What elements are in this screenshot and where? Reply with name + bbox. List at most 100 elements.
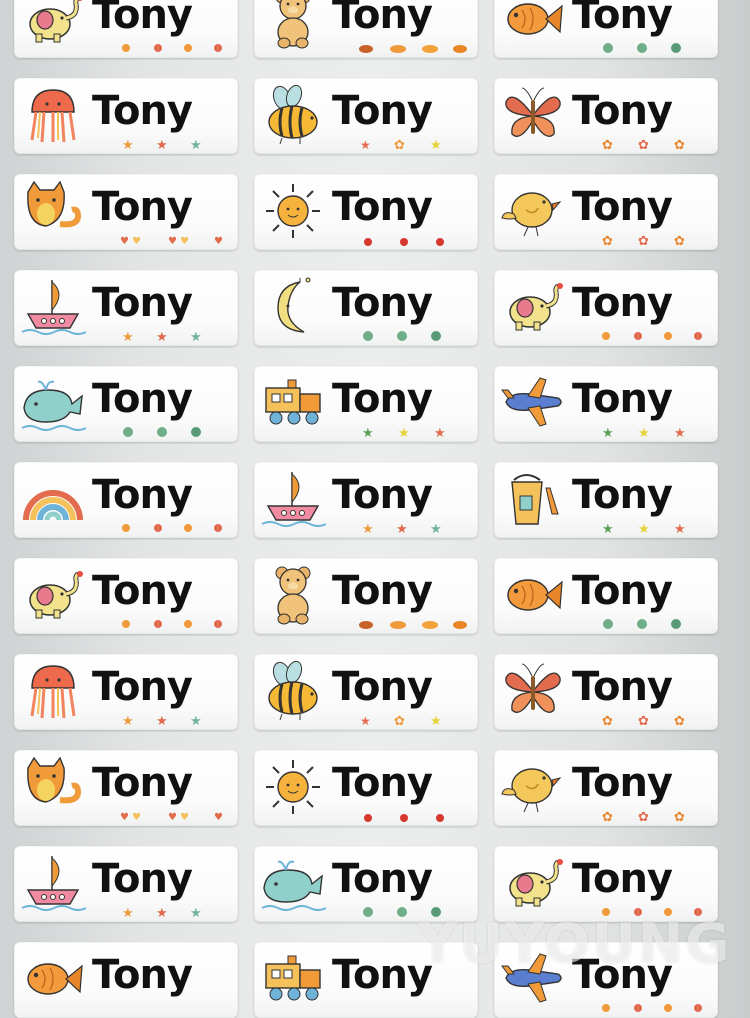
label-sheet: Tony Tony Tony Tony ★ ★ ★ Tony ★ ✿ ★ Tony ✿ ✿ ✿ Tony ♥ ♥ ♥… xyxy=(0,0,750,1018)
svg-text:★: ★ xyxy=(156,138,168,151)
decor-bubbles xyxy=(598,616,710,630)
decor-bubbles xyxy=(358,904,470,918)
svg-text:♥: ♥ xyxy=(180,236,189,247)
sailboat-icon xyxy=(20,852,87,914)
svg-text:✿: ✿ xyxy=(602,234,613,247)
name-label-sticker: Tony ★ ★ ★ xyxy=(14,270,238,346)
name-label-sticker: Tony xyxy=(14,462,238,538)
svg-text:✿: ✿ xyxy=(602,714,613,727)
svg-text:★: ★ xyxy=(398,426,410,439)
name-label-sticker: Tony ★ ✿ ★ xyxy=(254,654,478,730)
sun-icon xyxy=(260,180,326,242)
label-name-text: Tony xyxy=(92,376,193,422)
bee-icon xyxy=(260,84,326,146)
decor-none xyxy=(358,1000,470,1014)
cat-icon xyxy=(20,756,86,818)
label-name-text: Tony xyxy=(92,88,193,134)
svg-text:★: ★ xyxy=(638,522,650,535)
svg-text:♥: ♥ xyxy=(214,236,223,247)
name-label-sticker: Tony xyxy=(494,0,718,58)
svg-text:★: ★ xyxy=(362,426,374,439)
svg-text:✿: ✿ xyxy=(638,810,649,823)
label-name-text: Tony xyxy=(332,88,433,134)
decor-bubbles xyxy=(358,328,470,342)
label-name-text: Tony xyxy=(332,472,433,518)
svg-text:★: ★ xyxy=(122,906,134,919)
label-name-text: Tony xyxy=(92,952,193,998)
sand-bucket-icon xyxy=(500,468,566,530)
decor-starfish: ★ ★ ★ xyxy=(118,712,230,729)
name-label-sticker: Tony ★ ★ ★ xyxy=(14,654,238,730)
label-name-text: Tony xyxy=(332,760,433,806)
jellyfish-icon xyxy=(20,84,86,146)
whale-icon xyxy=(260,852,327,914)
decor-cherries xyxy=(358,808,470,822)
cat-icon xyxy=(20,180,86,242)
name-label-sticker: Tony ✿ ✿ ✿ xyxy=(494,750,718,826)
svg-text:♥: ♥ xyxy=(168,236,177,247)
label-name-text: Tony xyxy=(572,184,673,230)
train-icon xyxy=(260,372,326,434)
decor-stars: ★ ★ ★ xyxy=(598,520,710,537)
svg-text:★: ★ xyxy=(430,714,442,727)
decor-flowers: ✿ ✿ ✿ xyxy=(598,136,710,153)
label-name-text: Tony xyxy=(92,568,193,614)
label-name-text: Tony xyxy=(332,376,433,422)
svg-text:★: ★ xyxy=(430,522,442,535)
name-label-sticker: Tony xyxy=(254,942,478,1018)
name-label-sticker: Tony ♥ ♥ ♥ ♥ ♥ xyxy=(14,174,238,250)
label-name-text: Tony xyxy=(332,568,433,614)
goldfish-icon xyxy=(500,0,566,50)
svg-text:✿: ✿ xyxy=(638,714,649,727)
sailboat-icon xyxy=(260,468,327,530)
decor-dots xyxy=(118,616,230,630)
name-label-sticker: Tony ★ ★ ★ xyxy=(14,846,238,922)
name-label-sticker: Tony ★ ★ ★ xyxy=(254,462,478,538)
decor-bubbles xyxy=(118,424,230,438)
name-label-sticker: Tony ★ ✿ ★ xyxy=(254,78,478,154)
airplane-icon xyxy=(500,948,566,1010)
bee-icon xyxy=(260,660,326,722)
label-name-text: Tony xyxy=(92,664,193,710)
name-label-sticker: Tony ♥ ♥ ♥ ♥ ♥ xyxy=(14,750,238,826)
label-name-text: Tony xyxy=(572,0,673,38)
name-label-sticker: Tony xyxy=(254,846,478,922)
svg-text:♥: ♥ xyxy=(180,812,189,823)
name-label-sticker: Tony xyxy=(254,750,478,826)
svg-text:✿: ✿ xyxy=(674,810,685,823)
decor-pastries xyxy=(358,40,470,54)
svg-text:★: ★ xyxy=(434,426,446,439)
name-label-sticker: Tony ✿ ✿ ✿ xyxy=(494,174,718,250)
name-label-sticker: Tony xyxy=(254,270,478,346)
label-name-text: Tony xyxy=(332,184,433,230)
decor-dots xyxy=(598,904,710,918)
decor-hearts: ♥ ♥ ♥ ♥ ♥ xyxy=(118,808,230,823)
elephant-icon xyxy=(20,564,86,626)
svg-text:♥: ♥ xyxy=(132,812,141,823)
name-label-sticker: Tony ✿ ✿ ✿ xyxy=(494,654,718,730)
svg-text:★: ★ xyxy=(602,426,614,439)
jellyfish-icon xyxy=(20,660,86,722)
bird-icon xyxy=(500,180,566,242)
svg-text:★: ★ xyxy=(430,138,442,151)
name-label-sticker: Tony xyxy=(14,942,238,1018)
svg-text:★: ★ xyxy=(360,714,371,727)
decor-stars: ★ ★ ★ xyxy=(598,424,710,441)
name-label-sticker: Tony xyxy=(14,558,238,634)
whale-icon xyxy=(20,372,87,434)
name-label-sticker: Tony ★ ★ ★ xyxy=(254,366,478,442)
svg-text:★: ★ xyxy=(396,522,408,535)
sun-icon xyxy=(260,756,326,818)
svg-text:♥: ♥ xyxy=(120,812,129,823)
svg-text:✿: ✿ xyxy=(638,138,649,151)
name-label-sticker: Tony xyxy=(14,0,238,58)
label-name-text: Tony xyxy=(332,856,433,902)
teddy-bear-icon xyxy=(260,564,326,626)
svg-text:★: ★ xyxy=(190,906,202,919)
label-name-text: Tony xyxy=(332,664,433,710)
name-label-sticker: Tony ★ ★ ★ xyxy=(14,78,238,154)
name-label-sticker: Tony xyxy=(494,558,718,634)
svg-text:★: ★ xyxy=(360,138,371,151)
label-name-text: Tony xyxy=(572,856,673,902)
svg-text:✿: ✿ xyxy=(602,138,613,151)
